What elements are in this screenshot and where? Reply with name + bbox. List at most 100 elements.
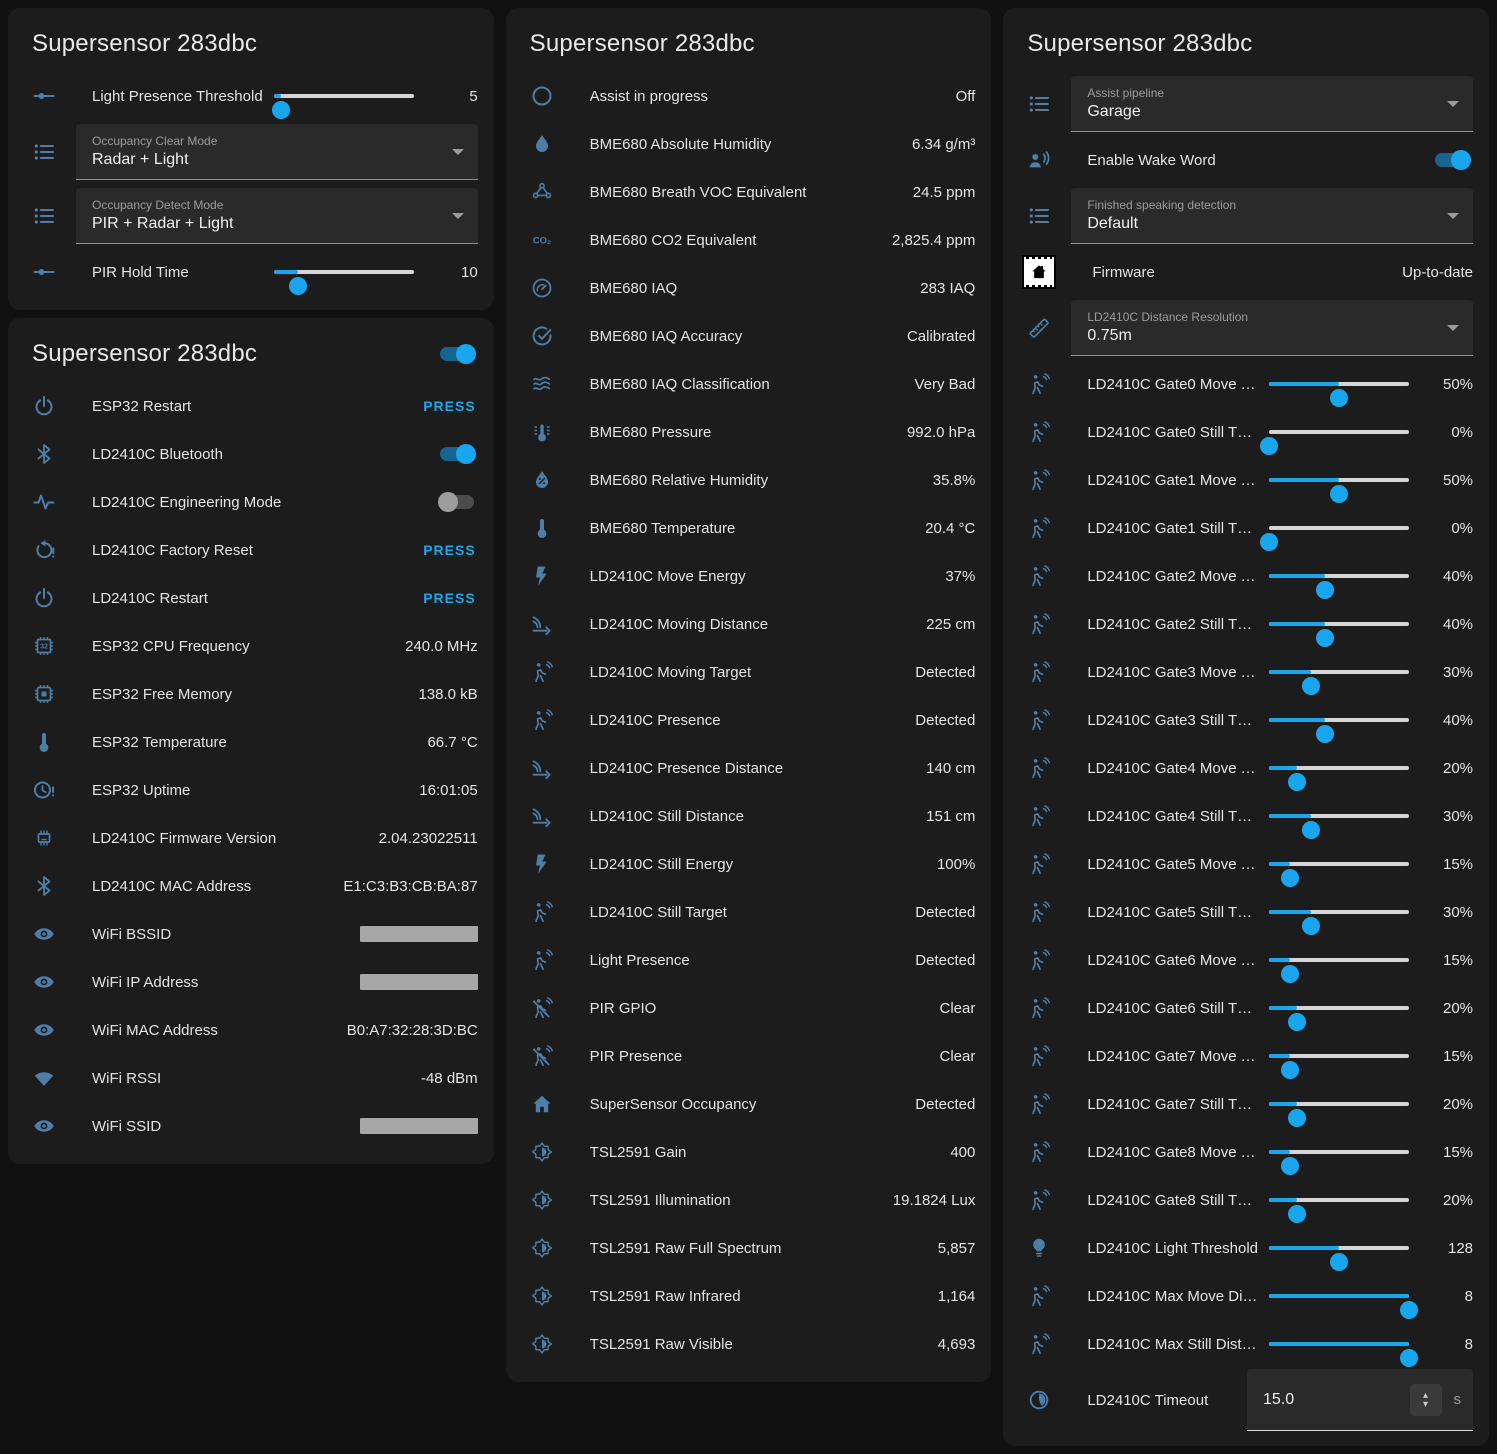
toggle-switch[interactable] xyxy=(1433,149,1471,171)
entity-row: LD2410C Moving TargetDetected xyxy=(522,648,976,696)
slider[interactable] xyxy=(1269,656,1409,688)
slider-handle[interactable] xyxy=(1281,869,1299,887)
slider[interactable] xyxy=(1269,464,1409,496)
slider-track[interactable] xyxy=(1269,958,1409,962)
slider[interactable] xyxy=(274,256,414,288)
slider-track[interactable] xyxy=(1269,1150,1409,1154)
card-header-toggle[interactable] xyxy=(438,343,476,365)
slider[interactable] xyxy=(1269,944,1409,976)
slider-fill xyxy=(1269,670,1311,674)
entity-row: LD2410C Timeout15.0▴▾s xyxy=(1019,1368,1473,1432)
press-button[interactable]: PRESS xyxy=(421,584,477,612)
slider[interactable] xyxy=(1269,1280,1409,1312)
slider-track[interactable] xyxy=(1269,1006,1409,1010)
slider-track[interactable] xyxy=(1269,526,1409,530)
slider-track[interactable] xyxy=(1269,862,1409,866)
entity-row: LD2410C Gate2 Move Thr…40% xyxy=(1019,552,1473,600)
slider-track[interactable] xyxy=(1269,478,1409,482)
slider-handle[interactable] xyxy=(1330,1253,1348,1271)
slider-handle[interactable] xyxy=(1316,581,1334,599)
slider-handle[interactable] xyxy=(1316,725,1334,743)
slider[interactable] xyxy=(1269,752,1409,784)
slider-handle[interactable] xyxy=(289,277,307,295)
slider-track[interactable] xyxy=(1269,1294,1409,1298)
slider-handle[interactable] xyxy=(1281,1061,1299,1079)
slider-handle[interactable] xyxy=(1288,1205,1306,1223)
slider-handle[interactable] xyxy=(1260,533,1278,551)
brightness-icon xyxy=(530,1236,554,1260)
slider-handle[interactable] xyxy=(1302,821,1320,839)
slider-handle[interactable] xyxy=(272,101,290,119)
timeout-input[interactable]: 15.0▴▾s xyxy=(1247,1369,1473,1431)
slider-track[interactable] xyxy=(274,270,414,274)
slider-handle[interactable] xyxy=(1316,629,1334,647)
slider[interactable] xyxy=(1269,368,1409,400)
select-occupancy-detect-mode[interactable]: Occupancy Detect ModePIR + Radar + Light xyxy=(76,188,478,244)
slider-handle[interactable] xyxy=(1281,1157,1299,1175)
slider-handle[interactable] xyxy=(1288,1109,1306,1127)
slider[interactable] xyxy=(1269,1328,1409,1360)
slider-track[interactable] xyxy=(1269,910,1409,914)
slider-track[interactable] xyxy=(274,94,414,98)
select-finished-speaking-detection[interactable]: Finished speaking detectionDefault xyxy=(1071,188,1473,244)
slider-track[interactable] xyxy=(1269,1102,1409,1106)
slider-handle[interactable] xyxy=(1302,677,1320,695)
select-ld2410c-distance-resolution[interactable]: LD2410C Distance Resolution0.75m xyxy=(1071,300,1473,356)
slider-track[interactable] xyxy=(1269,1246,1409,1250)
slider[interactable] xyxy=(1269,416,1409,448)
entity-name: Light Presence xyxy=(590,952,904,969)
slider[interactable] xyxy=(1269,1040,1409,1072)
toggle-switch[interactable] xyxy=(438,491,476,513)
stepper-down-icon[interactable]: ▾ xyxy=(1423,1400,1428,1409)
slider[interactable] xyxy=(1269,1088,1409,1120)
slider[interactable] xyxy=(1269,512,1409,544)
slider-fill xyxy=(1269,910,1311,914)
slider-track[interactable] xyxy=(1269,574,1409,578)
card-device: Supersensor 283dbc ESP32 RestartPRESSLD2… xyxy=(8,318,494,1164)
slider-handle[interactable] xyxy=(1281,965,1299,983)
slider-track[interactable] xyxy=(1269,670,1409,674)
entity-row: TSL2591 Raw Infrared1,164 xyxy=(522,1272,976,1320)
entity-row: Enable Wake Word xyxy=(1019,136,1473,184)
slider-track[interactable] xyxy=(1269,814,1409,818)
slider-handle[interactable] xyxy=(1400,1349,1418,1367)
slider-fill xyxy=(1269,574,1325,578)
signal-distance-icon xyxy=(530,612,554,636)
slider[interactable] xyxy=(1269,1232,1409,1264)
slider-handle[interactable] xyxy=(1260,437,1278,455)
slider[interactable] xyxy=(1269,704,1409,736)
clock-alert-icon xyxy=(32,778,56,802)
entity-row: BME680 Pressure992.0 hPa xyxy=(522,408,976,456)
slider-handle[interactable] xyxy=(1330,389,1348,407)
slider-track[interactable] xyxy=(1269,766,1409,770)
slider-track[interactable] xyxy=(1269,1054,1409,1058)
select-assist-pipeline[interactable]: Assist pipelineGarage xyxy=(1071,76,1473,132)
slider-handle[interactable] xyxy=(1400,1301,1418,1319)
toggle-switch[interactable] xyxy=(438,443,476,465)
slider[interactable] xyxy=(1269,608,1409,640)
eye-icon xyxy=(32,1114,56,1138)
slider[interactable] xyxy=(1269,848,1409,880)
entity-state: Detected xyxy=(915,664,975,681)
slider[interactable] xyxy=(1269,1184,1409,1216)
slider-track[interactable] xyxy=(1269,430,1409,434)
slider[interactable] xyxy=(1269,1136,1409,1168)
slider-track[interactable] xyxy=(1269,382,1409,386)
slider[interactable] xyxy=(1269,896,1409,928)
press-button[interactable]: PRESS xyxy=(421,392,477,420)
slider[interactable] xyxy=(274,80,414,112)
number-stepper[interactable]: ▴▾ xyxy=(1410,1384,1442,1416)
slider-track[interactable] xyxy=(1269,1342,1409,1346)
select-occupancy-clear-mode[interactable]: Occupancy Clear ModeRadar + Light xyxy=(76,124,478,180)
slider-handle[interactable] xyxy=(1302,917,1320,935)
slider[interactable] xyxy=(1269,560,1409,592)
slider-handle[interactable] xyxy=(1288,1013,1306,1031)
slider[interactable] xyxy=(1269,992,1409,1024)
slider-track[interactable] xyxy=(1269,622,1409,626)
slider-handle[interactable] xyxy=(1330,485,1348,503)
press-button[interactable]: PRESS xyxy=(421,536,477,564)
slider-handle[interactable] xyxy=(1288,773,1306,791)
slider[interactable] xyxy=(1269,800,1409,832)
slider-track[interactable] xyxy=(1269,718,1409,722)
slider-track[interactable] xyxy=(1269,1198,1409,1202)
